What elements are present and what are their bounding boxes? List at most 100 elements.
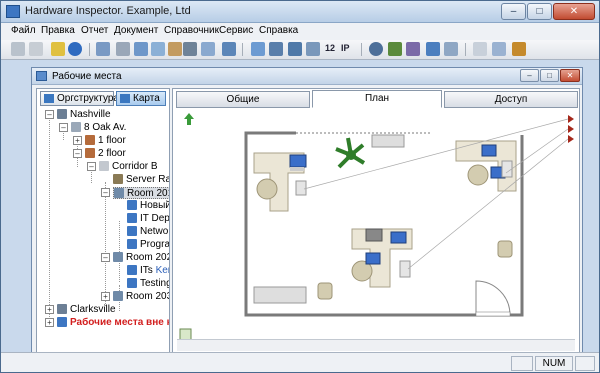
printer-icon — [365, 228, 383, 242]
tree-item-server-rack[interactable]: Server Rac — [113, 174, 169, 186]
tree-item-its[interactable]: ITs Ken — [127, 265, 169, 277]
menu-bar: Файл Правка Отчет Документ Справочник Се… — [1, 23, 599, 40]
menu-service[interactable]: Сервис — [219, 25, 253, 36]
tree-item-room203[interactable]: Room 203 — [113, 291, 169, 303]
monitor-icon — [289, 154, 307, 168]
menu-help[interactable]: Справка — [259, 25, 298, 36]
help-question-icon[interactable] — [51, 42, 65, 56]
status-num: NUM — [535, 356, 573, 371]
chair-right — [467, 164, 489, 186]
tree-item-corridor[interactable]: Corridor B — [99, 161, 158, 173]
child-minimize-button[interactable]: – — [520, 69, 539, 82]
tab-map-label: Карта — [133, 93, 160, 104]
tab-plan[interactable]: План — [312, 90, 442, 108]
network-scan-icon[interactable] — [251, 42, 265, 56]
find-icon[interactable] — [183, 42, 197, 56]
child-close-button[interactable]: ✕ — [560, 69, 580, 82]
close-button[interactable]: ✕ — [553, 3, 595, 20]
pc-tower-icon — [295, 180, 307, 196]
tab-org-structure[interactable]: Оргструктура — [40, 91, 119, 106]
child-maximize-button[interactable]: □ — [540, 69, 559, 82]
settings-tools-icon[interactable] — [512, 42, 526, 56]
workplace-tree-icon[interactable] — [96, 42, 110, 56]
monitor-icon[interactable] — [269, 42, 283, 56]
expand-corridor[interactable]: – — [87, 162, 96, 171]
workplace-icon — [57, 317, 67, 327]
tree-item-network[interactable]: Networ — [127, 226, 169, 238]
expand-room201[interactable]: – — [101, 188, 110, 197]
expand-floor2[interactable]: – — [73, 149, 82, 158]
expand-room202[interactable]: – — [101, 253, 110, 262]
equipment-icon[interactable] — [151, 42, 165, 56]
expand-room203[interactable]: + — [101, 292, 110, 301]
pc-tower-icon — [501, 160, 513, 178]
info-icon[interactable] — [68, 42, 82, 56]
tree-item-floor2[interactable]: 2 floor — [85, 148, 126, 160]
corridor-icon — [99, 161, 109, 171]
link-marker-icon[interactable] — [568, 125, 574, 133]
software-icon[interactable] — [168, 42, 182, 56]
workplaces-window: Рабочие места – □ ✕ Оргструктура Карта –… — [31, 67, 583, 356]
status-cell-resize — [575, 356, 595, 371]
menu-edit[interactable]: Правка — [41, 25, 75, 36]
expand-nashville[interactable]: – — [45, 110, 54, 119]
permissions-icon[interactable] — [444, 42, 458, 56]
audit-icon[interactable] — [306, 42, 320, 56]
tree-item-oak[interactable]: 8 Oak Av. — [71, 122, 126, 134]
computers-icon[interactable] — [134, 42, 148, 56]
horizontal-scrollbar[interactable] — [177, 339, 575, 351]
expand-outside[interactable]: + — [45, 318, 54, 327]
workplace-icon — [127, 278, 137, 288]
tab-access[interactable]: Доступ — [444, 91, 578, 108]
tab-general[interactable]: Общие — [176, 91, 310, 108]
tree-item-room201[interactable]: Room 201 — [113, 187, 169, 199]
location-icon — [57, 304, 67, 314]
workplace-icon — [127, 226, 137, 236]
link-marker-icon[interactable] — [568, 135, 574, 143]
tree-item-programs[interactable]: Progra — [127, 239, 169, 251]
ip-label[interactable]: IP — [341, 43, 350, 53]
print-icon[interactable] — [492, 42, 506, 56]
expand-floor1[interactable]: + — [73, 136, 82, 145]
workplace-icon — [127, 265, 137, 275]
tree-item-testing[interactable]: Testing — [127, 278, 169, 290]
link-marker-icon[interactable] — [568, 115, 574, 123]
tree-item-clarksville[interactable]: Clarksville — [57, 304, 116, 316]
room-icon — [113, 252, 123, 262]
floor-plan — [179, 113, 574, 341]
user-icon[interactable] — [369, 42, 383, 56]
title-bar[interactable]: Hardware Inspector. Example, Ltd – □ ✕ — [1, 1, 599, 23]
add-user-icon[interactable] — [388, 42, 402, 56]
tree-item-nashville[interactable]: Nashville — [57, 109, 111, 121]
chart-icon[interactable] — [288, 42, 302, 56]
new-document-icon[interactable] — [11, 42, 25, 56]
window-title: Hardware Inspector. Example, Ltd — [25, 5, 191, 17]
menu-document[interactable]: Документ — [114, 25, 158, 36]
tree-item-outside-map[interactable]: Рабочие места вне кар — [57, 317, 169, 329]
expand-clarksville[interactable]: + — [45, 305, 54, 314]
edit-user-icon[interactable] — [406, 42, 420, 56]
copy-icon[interactable] — [29, 42, 43, 56]
minimize-button[interactable]: – — [501, 3, 526, 20]
counter-label[interactable]: 12 — [325, 43, 335, 53]
up-level-icon[interactable] — [184, 113, 194, 125]
menu-reference[interactable]: Справочник — [164, 25, 219, 36]
tree-item-it-dept[interactable]: IT Depa — [127, 213, 169, 225]
users-icon[interactable] — [222, 42, 236, 56]
room-icon — [113, 291, 123, 301]
licenses-icon[interactable] — [201, 42, 215, 56]
tree-item-floor1[interactable]: 1 floor — [85, 135, 126, 147]
workplace-icon — [127, 239, 137, 249]
menu-report[interactable]: Отчет — [81, 25, 108, 36]
group-icon[interactable] — [426, 42, 440, 56]
expand-oak[interactable]: – — [59, 123, 68, 132]
document-list-icon[interactable] — [116, 42, 130, 56]
tree-item-room202[interactable]: Room 202 — [113, 252, 169, 264]
tree-item-new[interactable]: Новый — [127, 200, 169, 212]
maximize-button[interactable]: □ — [527, 3, 552, 20]
report-icon[interactable] — [473, 42, 487, 56]
menu-file[interactable]: Файл — [11, 25, 36, 36]
workplaces-title-bar[interactable]: Рабочие места – □ ✕ — [32, 68, 582, 85]
tab-map[interactable]: Карта — [116, 91, 166, 106]
workplaces-icon — [36, 71, 47, 81]
